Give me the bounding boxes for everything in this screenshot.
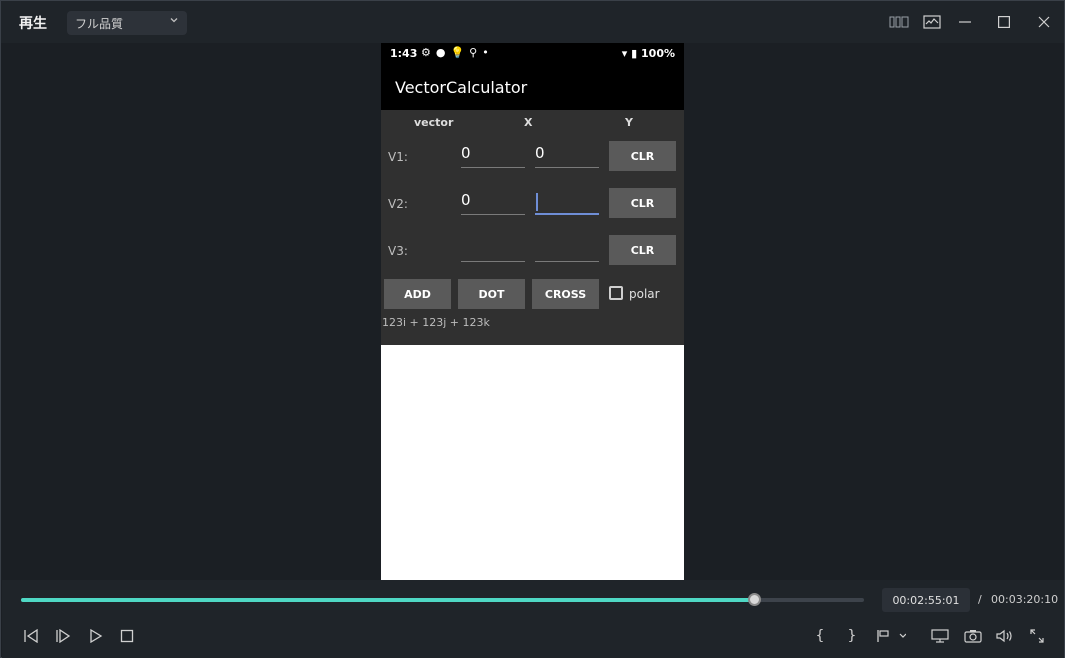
calculator-panel: vector X Y V1: 0 0 CLR V2: 0 CLR V3: CLR… <box>381 110 684 345</box>
header-vector: vector <box>414 116 454 129</box>
display-icon[interactable] <box>930 627 950 645</box>
v2-y-field[interactable] <box>535 189 599 215</box>
minimize-icon[interactable] <box>956 13 974 31</box>
header-x: X <box>524 116 533 129</box>
row-label-v2: V2: <box>388 197 408 211</box>
battery-level: 100% <box>641 47 675 60</box>
v3-x-field[interactable] <box>461 236 525 262</box>
status-bar: 1:43 ⚙●💡⚲• ▾ ▮ 100% <box>381 43 684 65</box>
add-button[interactable]: ADD <box>384 279 451 309</box>
v1-clear-button[interactable]: CLR <box>609 141 676 171</box>
snapshot-icon[interactable] <box>963 627 983 645</box>
polar-label: polar <box>629 287 660 301</box>
next-frame-icon[interactable] <box>54 627 72 645</box>
window-title: 再生 <box>19 16 47 32</box>
v1-x-field[interactable]: 0 <box>461 142 525 168</box>
phone-screen: 1:43 ⚙●💡⚲• ▾ ▮ 100% VectorCalculator vec… <box>381 43 684 580</box>
battery-icon: ▮ <box>631 47 638 60</box>
text-caret <box>536 193 538 211</box>
app-title: VectorCalculator <box>395 78 528 97</box>
quality-value: フル品質 <box>75 17 124 31</box>
playback-controls: 00:02:55:01 / 00:03:20:10 { } <box>2 580 1064 658</box>
polar-checkbox[interactable] <box>609 286 623 300</box>
status-time: 1:43 <box>390 47 418 60</box>
stop-icon[interactable] <box>118 627 136 645</box>
quality-dropdown[interactable]: フル品質 <box>67 11 187 35</box>
prev-frame-icon[interactable] <box>22 627 40 645</box>
wifi-icon: ▾ <box>621 47 628 60</box>
close-icon[interactable] <box>1035 13 1053 31</box>
v2-clear-button[interactable]: CLR <box>609 188 676 218</box>
fullscreen-icon[interactable] <box>1028 627 1046 645</box>
title-bar: 再生 フル品質 <box>1 1 1064 43</box>
video-canvas[interactable]: 1:43 ⚙●💡⚲• ▾ ▮ 100% VectorCalculator vec… <box>2 43 1064 580</box>
mark-out-icon[interactable]: } <box>843 627 861 645</box>
marker-icon[interactable] <box>876 627 912 645</box>
battery-indicator: ▾ ▮ 100% <box>622 47 675 60</box>
play-icon[interactable] <box>87 627 105 645</box>
seek-handle[interactable] <box>747 593 761 606</box>
app-bar: VectorCalculator <box>381 65 684 110</box>
player-window: 再生 フル品質 1:43 ⚙●💡⚲• ▾ ▮ 100% VectorCalcul… <box>0 0 1065 658</box>
result-text: 123i + 123j + 123k <box>382 316 490 329</box>
volume-icon[interactable] <box>995 627 1015 645</box>
current-time[interactable]: 00:02:55:01 <box>882 588 970 612</box>
maximize-icon[interactable] <box>995 13 1013 31</box>
seek-progress <box>21 598 754 602</box>
v3-y-field[interactable] <box>535 236 599 262</box>
row-label-v1: V1: <box>388 150 408 164</box>
dot-button[interactable]: DOT <box>458 279 525 309</box>
total-time: 00:03:20:10 <box>991 593 1059 606</box>
chevron-down-icon <box>169 15 179 28</box>
status-icons: ⚙●💡⚲• <box>421 46 494 59</box>
row-label-v3: V3: <box>388 244 408 258</box>
cross-button[interactable]: CROSS <box>532 279 599 309</box>
layout-icon[interactable] <box>889 13 909 31</box>
v2-x-field[interactable]: 0 <box>461 189 525 215</box>
time-separator: / <box>978 593 982 606</box>
mark-in-icon[interactable]: { <box>811 627 829 645</box>
v3-clear-button[interactable]: CLR <box>609 235 676 265</box>
monitor-chart-icon[interactable] <box>922 13 942 31</box>
header-y: Y <box>625 116 633 129</box>
v1-y-field[interactable]: 0 <box>535 142 599 168</box>
seek-bar[interactable] <box>21 593 864 606</box>
